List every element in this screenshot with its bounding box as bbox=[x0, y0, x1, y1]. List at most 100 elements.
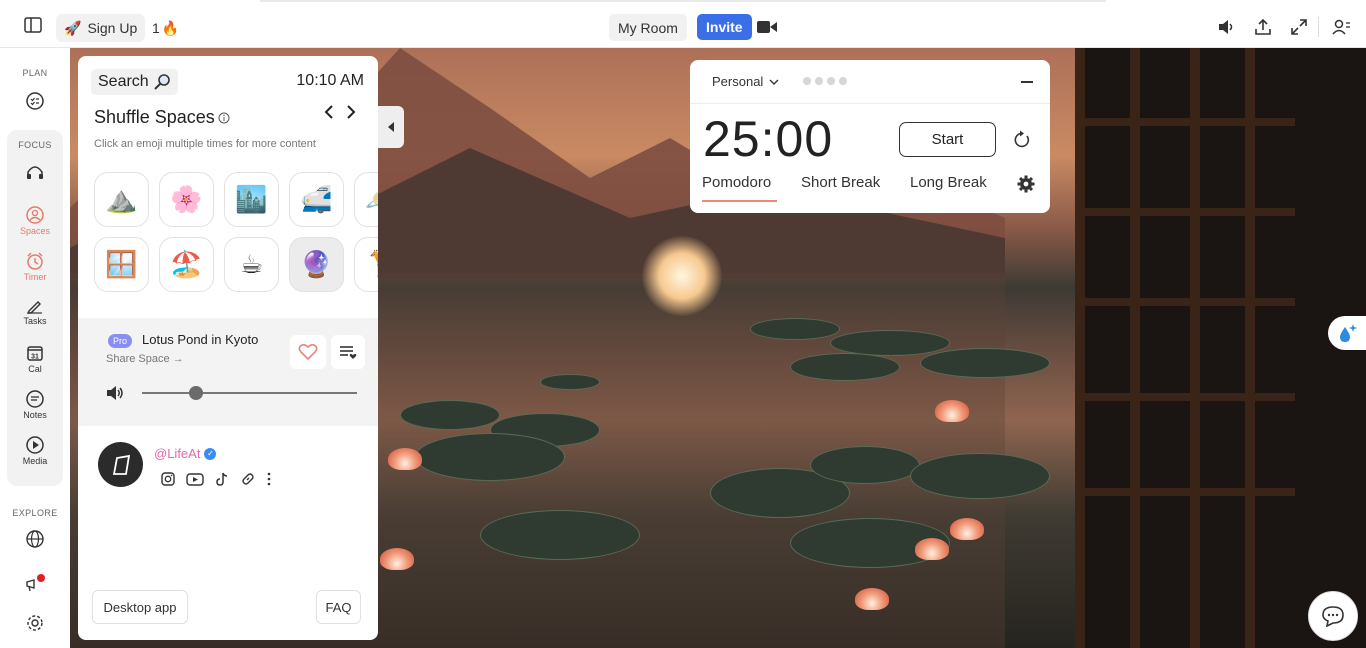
rail-item-spaces[interactable]: Spaces bbox=[0, 206, 70, 236]
reset-icon[interactable] bbox=[1012, 130, 1032, 150]
info-icon[interactable] bbox=[218, 112, 230, 124]
emoji-button-giraffe[interactable]: 🦒 bbox=[354, 237, 378, 292]
lotus-flower bbox=[380, 548, 414, 570]
chat-icon bbox=[1322, 606, 1344, 627]
more-options-icon[interactable] bbox=[266, 472, 272, 486]
window-frame-bar bbox=[1075, 48, 1085, 648]
rail-item-tasks[interactable]: Tasks bbox=[0, 298, 70, 326]
mode-tab-long-break[interactable]: Long Break bbox=[910, 174, 987, 191]
lily-pad bbox=[920, 348, 1050, 378]
clock: 10:10 AM bbox=[296, 72, 364, 89]
pomodoro-timer-card: Personal 25:00 Start Pomodoro Short Brea… bbox=[690, 60, 1050, 213]
video-camera-icon bbox=[757, 21, 777, 33]
rail-item-label: Notes bbox=[23, 410, 47, 420]
emoji-button-mountain[interactable]: ⛰️ bbox=[94, 172, 149, 227]
volume-slider-track[interactable] bbox=[142, 392, 357, 394]
window-frame-bar bbox=[1245, 48, 1255, 648]
desktop-app-button[interactable]: Desktop app bbox=[92, 590, 188, 624]
emoji-button-city[interactable]: 🏙️ bbox=[224, 172, 279, 227]
fullscreen-button[interactable] bbox=[1288, 16, 1310, 38]
lily-pad bbox=[790, 353, 900, 381]
top-bar: 🚀 Sign Up 1 🔥 My Room Invite bbox=[0, 0, 1366, 48]
verified-icon: ✓ bbox=[204, 447, 217, 460]
lotus-flower bbox=[950, 518, 984, 540]
settings-button[interactable] bbox=[0, 614, 70, 632]
emoji-button-beach[interactable]: 🏖️ bbox=[159, 237, 214, 292]
chat-support-button[interactable] bbox=[1308, 591, 1358, 641]
rail-item-label: Cal bbox=[28, 364, 42, 374]
chevron-right-icon[interactable] bbox=[346, 105, 356, 119]
emoji-button-window[interactable]: 🪟 bbox=[94, 237, 149, 292]
lily-pad bbox=[400, 400, 500, 430]
streak-count: 1 bbox=[152, 20, 160, 36]
volume-icon[interactable] bbox=[106, 384, 126, 402]
playlist-button[interactable] bbox=[331, 335, 365, 369]
topbar-separator bbox=[1318, 17, 1319, 37]
lotus-flower bbox=[388, 448, 422, 470]
playlist-icon bbox=[340, 346, 357, 359]
rail-item-notes[interactable]: Notes bbox=[0, 390, 70, 420]
user-icon bbox=[1332, 19, 1350, 35]
youtube-icon[interactable] bbox=[186, 471, 204, 487]
announcements-button[interactable] bbox=[0, 574, 70, 594]
emoji-button-train[interactable]: 🚅 bbox=[289, 172, 344, 227]
invite-button[interactable]: Invite bbox=[697, 14, 752, 40]
mode-tab-short-break[interactable]: Short Break bbox=[801, 174, 880, 191]
rail-item-media[interactable]: Media bbox=[0, 436, 70, 466]
search-icon bbox=[153, 74, 170, 90]
window-frame-bar bbox=[1075, 393, 1295, 401]
lily-pad bbox=[480, 510, 640, 560]
video-call-button[interactable] bbox=[754, 16, 780, 38]
lily-pad bbox=[810, 446, 920, 484]
plan-button[interactable] bbox=[0, 92, 70, 110]
sidebar-toggle-button[interactable] bbox=[20, 14, 46, 36]
sign-up-label: Sign Up bbox=[87, 20, 138, 36]
shuffle-hint: Click an emoji multiple times for more c… bbox=[94, 138, 316, 150]
chevron-left-icon[interactable] bbox=[324, 105, 334, 119]
chevron-down-icon bbox=[769, 79, 779, 85]
streak-counter[interactable]: 1 🔥 bbox=[152, 14, 179, 42]
emoji-button-blossom[interactable]: 🌸 bbox=[159, 172, 214, 227]
creator-avatar[interactable] bbox=[98, 442, 143, 487]
ambient-sounds-button[interactable] bbox=[1328, 316, 1366, 350]
instagram-icon[interactable] bbox=[160, 471, 176, 487]
link-icon[interactable] bbox=[240, 471, 256, 487]
sound-button[interactable] bbox=[1216, 16, 1238, 38]
emoji-button-crystal-ball[interactable]: 🔮 bbox=[289, 237, 344, 292]
timer-display: 25:00 bbox=[703, 111, 834, 167]
lotus-flower bbox=[935, 400, 969, 422]
timer-profile-select[interactable]: Personal bbox=[712, 74, 779, 89]
timer-settings-icon[interactable] bbox=[1017, 175, 1035, 193]
collapse-panel-button[interactable] bbox=[378, 106, 404, 148]
creator-handle[interactable]: @LifeAt ✓ bbox=[154, 446, 217, 461]
minimize-icon[interactable] bbox=[1021, 81, 1033, 83]
window-frame-bar bbox=[1075, 118, 1295, 126]
sign-up-button[interactable]: 🚀 Sign Up bbox=[56, 14, 146, 42]
my-room-button[interactable]: My Room bbox=[609, 14, 687, 41]
explore-globe-button[interactable] bbox=[0, 530, 70, 548]
checklist-icon bbox=[26, 92, 44, 110]
lily-pad bbox=[540, 374, 600, 390]
start-button[interactable]: Start bbox=[899, 122, 996, 157]
rail-item-timer[interactable]: Timer bbox=[0, 252, 70, 282]
account-button[interactable] bbox=[1330, 16, 1352, 38]
rail-item-cal[interactable]: 31 Cal bbox=[0, 344, 70, 374]
headphones-button[interactable] bbox=[0, 164, 70, 180]
lifeat-logo-icon bbox=[112, 454, 130, 475]
triangle-left-icon bbox=[388, 122, 394, 132]
faq-button[interactable]: FAQ bbox=[316, 590, 361, 624]
explore-section-label: EXPLORE bbox=[12, 508, 58, 518]
timer-session-dots bbox=[803, 77, 847, 85]
mode-tab-pomodoro[interactable]: Pomodoro bbox=[702, 174, 771, 191]
share-space-link[interactable]: Share Space → bbox=[106, 353, 184, 365]
lily-pad bbox=[415, 433, 565, 481]
favorite-button[interactable] bbox=[290, 335, 326, 369]
shuffle-title-text: Shuffle Spaces bbox=[94, 107, 215, 127]
share-button[interactable] bbox=[1252, 16, 1274, 38]
emoji-button-planet[interactable]: 🪐 bbox=[354, 172, 378, 227]
lily-pad bbox=[910, 453, 1050, 499]
search-button[interactable]: Search bbox=[91, 69, 178, 95]
emoji-button-coffee[interactable]: ☕ bbox=[224, 237, 279, 292]
volume-slider-thumb[interactable] bbox=[188, 386, 203, 400]
tiktok-icon[interactable] bbox=[214, 471, 230, 487]
